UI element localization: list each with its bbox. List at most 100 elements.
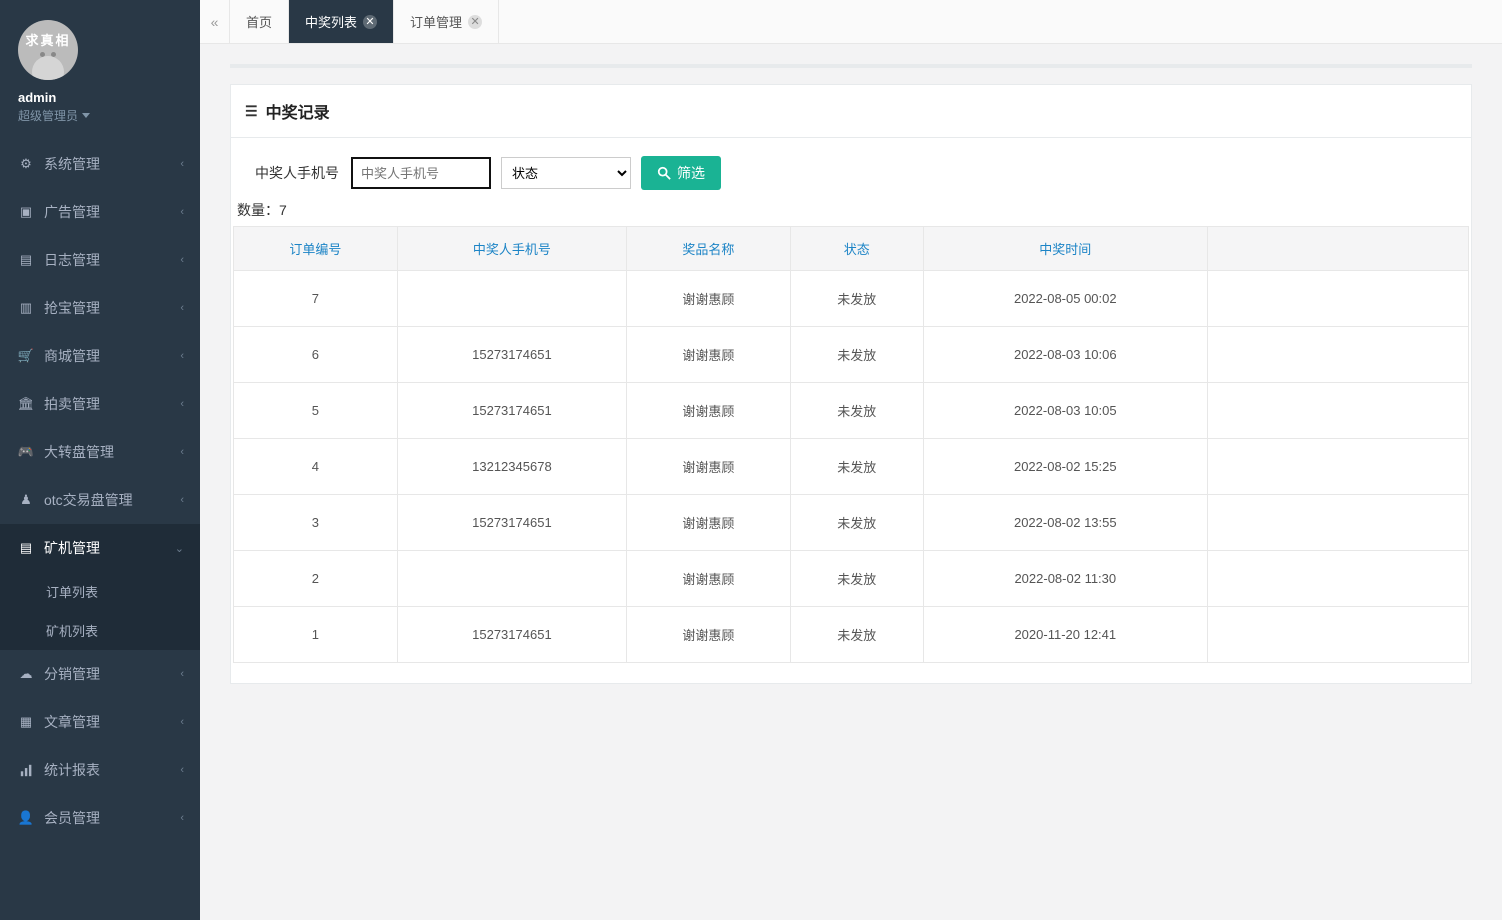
count-row: 数量：7 — [231, 196, 1471, 226]
filter-row: 中奖人手机号 状态 筛选 — [231, 138, 1471, 196]
filter-phone-label: 中奖人手机号 — [255, 163, 339, 183]
cell-phone: 15273174651 — [397, 327, 626, 383]
chevron-left-icon: ‹ — [180, 716, 184, 728]
sidebar-item-label: 矿机管理 — [44, 538, 100, 558]
chevron-left-icon: ‹ — [180, 302, 184, 314]
main: « 首页 中奖列表 ✕ 订单管理 ✕ ☰ 中奖记录 中奖 — [200, 0, 1502, 920]
image-icon: ▣ — [18, 204, 34, 220]
sidebar-item-label: 抢宝管理 — [44, 298, 100, 318]
cell-prize: 谢谢惠顾 — [626, 439, 790, 495]
col-order-id[interactable]: 订单编号 — [234, 227, 398, 271]
cell-time: 2022-08-05 00:02 — [923, 271, 1207, 327]
sidebar-item-auction[interactable]: 🏛 拍卖管理 ‹ — [0, 380, 200, 428]
doc-icon: ▦ — [18, 714, 34, 730]
tab-label: 订单管理 — [410, 12, 462, 31]
table-row: 413212345678谢谢惠顾未发放2022-08-02 15:25 — [234, 439, 1469, 495]
sidebar-subitem-orders[interactable]: 订单列表 — [0, 572, 200, 611]
sidebar-item-label: 文章管理 — [44, 712, 100, 732]
sidebar-item-miner[interactable]: ▤ 矿机管理 ⌄ — [0, 524, 200, 572]
cell-time: 2022-08-02 11:30 — [923, 551, 1207, 607]
sidebar-item-otc[interactable]: ♟ otc交易盘管理 ‹ — [0, 476, 200, 524]
cell-status: 未发放 — [790, 495, 923, 551]
cell-actions — [1207, 271, 1468, 327]
cell-id: 5 — [234, 383, 398, 439]
book-icon: ▤ — [18, 540, 34, 556]
cell-time: 2022-08-02 15:25 — [923, 439, 1207, 495]
sidebar-item-stats[interactable]: 统计报表 ‹ — [0, 746, 200, 794]
chevron-left-icon: ‹ — [180, 398, 184, 410]
col-status[interactable]: 状态 — [790, 227, 923, 271]
person-icon: 👤 — [18, 810, 34, 826]
sidebar-subitem-miners[interactable]: 矿机列表 — [0, 611, 200, 650]
bars-icon — [18, 764, 34, 777]
close-icon[interactable]: ✕ — [363, 15, 377, 29]
sidebar-item-members[interactable]: 👤 会员管理 ‹ — [0, 794, 200, 842]
cell-id: 3 — [234, 495, 398, 551]
cell-status: 未发放 — [790, 607, 923, 663]
close-icon[interactable]: ✕ — [468, 15, 482, 29]
table-row: 2谢谢惠顾未发放2022-08-02 11:30 — [234, 551, 1469, 607]
sidebar-item-wheel[interactable]: 🎮 大转盘管理 ‹ — [0, 428, 200, 476]
sidebar-item-ads[interactable]: ▣ 广告管理 ‹ — [0, 188, 200, 236]
chevron-down-icon: ⌄ — [175, 542, 184, 555]
sidebar-item-logs[interactable]: ▤ 日志管理 ‹ — [0, 236, 200, 284]
tab-order-mgmt[interactable]: 订单管理 ✕ — [394, 0, 499, 43]
cell-time: 2022-08-03 10:06 — [923, 327, 1207, 383]
col-time[interactable]: 中奖时间 — [923, 227, 1207, 271]
cell-actions — [1207, 607, 1468, 663]
cell-id: 6 — [234, 327, 398, 383]
tab-label: 首页 — [246, 12, 272, 31]
sidebar-item-label: 商城管理 — [44, 346, 100, 366]
sidebar-item-grab[interactable]: ▥ 抢宝管理 ‹ — [0, 284, 200, 332]
cell-actions — [1207, 495, 1468, 551]
phone-input[interactable] — [351, 157, 491, 189]
collapse-sidebar-button[interactable]: « — [200, 0, 230, 43]
status-select[interactable]: 状态 — [501, 157, 631, 189]
gamepad-icon: 🎮 — [18, 444, 34, 460]
sidebar-item-mall[interactable]: 🛒 商城管理 ‹ — [0, 332, 200, 380]
sidebar-item-label: 会员管理 — [44, 808, 100, 828]
sidebar-item-label: 日志管理 — [44, 250, 100, 270]
filter-button-label: 筛选 — [677, 163, 705, 183]
col-prize[interactable]: 奖品名称 — [626, 227, 790, 271]
cell-status: 未发放 — [790, 551, 923, 607]
cell-time: 2022-08-02 13:55 — [923, 495, 1207, 551]
table-row: 615273174651谢谢惠顾未发放2022-08-03 10:06 — [234, 327, 1469, 383]
chevron-left-icon: ‹ — [180, 668, 184, 680]
cell-actions — [1207, 439, 1468, 495]
cell-phone: 15273174651 — [397, 383, 626, 439]
sidebar-item-article[interactable]: ▦ 文章管理 ‹ — [0, 698, 200, 746]
col-phone[interactable]: 中奖人手机号 — [397, 227, 626, 271]
sidebar-item-system[interactable]: ⚙ 系统管理 ‹ — [0, 140, 200, 188]
chevron-left-icon: ‹ — [180, 812, 184, 824]
user-role-dropdown[interactable]: 超级管理员 — [18, 107, 90, 124]
panel-title: 中奖记录 — [266, 99, 330, 123]
cell-phone — [397, 271, 626, 327]
cell-prize: 谢谢惠顾 — [626, 383, 790, 439]
sidebar-item-distribution[interactable]: ☁ 分销管理 ‹ — [0, 650, 200, 698]
count-label: 数量： — [237, 202, 279, 218]
cell-time: 2020-11-20 12:41 — [923, 607, 1207, 663]
cell-status: 未发放 — [790, 439, 923, 495]
cell-prize: 谢谢惠顾 — [626, 495, 790, 551]
cell-phone: 15273174651 — [397, 495, 626, 551]
table-row: 315273174651谢谢惠顾未发放2022-08-02 13:55 — [234, 495, 1469, 551]
data-table: 订单编号 中奖人手机号 奖品名称 状态 中奖时间 7谢谢惠顾未发放2022-08… — [233, 226, 1469, 663]
filter-button[interactable]: 筛选 — [641, 156, 721, 190]
panel: ☰ 中奖记录 中奖人手机号 状态 筛选 数量：7 — [230, 84, 1472, 684]
chevron-left-icon: ‹ — [180, 350, 184, 362]
cell-status: 未发放 — [790, 383, 923, 439]
content: ☰ 中奖记录 中奖人手机号 状态 筛选 数量：7 — [200, 44, 1502, 704]
chevron-left-icon: ‹ — [180, 254, 184, 266]
book-icon: ▥ — [18, 300, 34, 316]
sidebar-submenu: 订单列表 矿机列表 — [0, 572, 200, 650]
cell-prize: 谢谢惠顾 — [626, 607, 790, 663]
cell-time: 2022-08-03 10:05 — [923, 383, 1207, 439]
user-icon: ♟ — [18, 492, 34, 508]
cell-phone: 15273174651 — [397, 607, 626, 663]
tab-home[interactable]: 首页 — [230, 0, 289, 43]
list-icon: ☰ — [245, 103, 258, 120]
tab-prize-list[interactable]: 中奖列表 ✕ — [289, 0, 394, 43]
cell-id: 4 — [234, 439, 398, 495]
cart-icon: 🛒 — [18, 348, 34, 364]
